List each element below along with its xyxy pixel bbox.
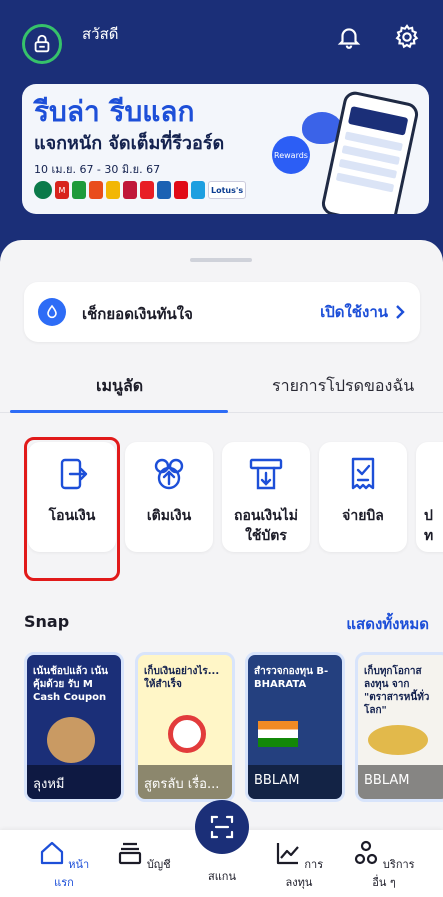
- menu-cardless-withdraw[interactable]: ถอนเงินไม่ใช้บัตร: [222, 442, 310, 552]
- menu-partial-item[interactable]: ป ท: [416, 442, 443, 552]
- settings-gear-icon[interactable]: [392, 22, 422, 52]
- quick-balance-card[interactable]: เช็กยอดเงินทันใจ เปิดใช้งาน: [24, 282, 420, 342]
- snap-card-headline: เก็บทุกโอกาสลงทุน จาก "ตราสารหนี้ทั่วโลก…: [364, 666, 430, 716]
- chevron-right-icon: [396, 305, 405, 319]
- bill-icon: [351, 457, 375, 490]
- snap-card-caption: สูตรลับ เรื่อ...: [138, 765, 232, 799]
- partner-logo: [89, 181, 103, 199]
- partner-logos: M Lotus's: [34, 181, 247, 199]
- nav-invest[interactable]: การลงทุน: [264, 840, 334, 891]
- cardless-withdraw-icon: [249, 458, 283, 490]
- snap-card-caption: BBLAM: [248, 765, 342, 799]
- tab-favorites[interactable]: รายการโปรดของฉัน: [272, 374, 414, 399]
- snap-card-headline: เก็บเงินอย่างไร... ให้สำเร็จ: [144, 666, 220, 690]
- partner-logo: [72, 181, 86, 199]
- banner-subtitle: แจกหนัก จัดเต็มที่รีวอร์ด: [34, 133, 225, 154]
- partner-logo: [174, 181, 188, 199]
- greeting-text: สวัสดี: [82, 25, 119, 43]
- menu-label: เติมเงิน: [146, 508, 192, 524]
- more-services-icon: [355, 840, 378, 865]
- lock-icon: [34, 34, 50, 53]
- snap-card-caption: BBLAM: [358, 765, 443, 799]
- chart-line-icon: [276, 843, 299, 865]
- transfer-highlight-box: [24, 437, 120, 581]
- menu-topup[interactable]: เติมเงิน: [125, 442, 213, 552]
- sheet-drag-handle[interactable]: [190, 258, 252, 262]
- coins-illustration: [368, 725, 428, 755]
- partner-logo: M: [55, 181, 69, 199]
- topup-icon: [154, 458, 184, 490]
- enable-quick-balance-button[interactable]: เปิดใช้งาน: [320, 300, 406, 324]
- home-icon: [40, 841, 63, 865]
- partner-logo: [140, 181, 154, 199]
- nav-accounts[interactable]: บัญชี: [109, 840, 179, 873]
- rewards-badge: Rewards: [272, 136, 310, 174]
- banner-dates: 10 เม.ย. 67 - 30 มิ.ย. 67: [34, 163, 161, 176]
- tab-active-indicator: [10, 410, 228, 413]
- menu-label: จ่ายบิล: [342, 508, 384, 524]
- menu-label: ป ท: [424, 508, 434, 544]
- nav-home[interactable]: หน้าแรก: [29, 840, 99, 891]
- snap-card-headline: เน้นช้อปแล้ว เน้นคุ้มด้วย รับ M Cash Cou…: [33, 666, 108, 703]
- phone-illustration: [319, 89, 421, 214]
- nav-more-label: บริการอื่น ๆ: [372, 858, 415, 889]
- partner-logo-lotus: Lotus's: [208, 181, 247, 199]
- partner-logo: [191, 181, 205, 199]
- partner-logo: [34, 181, 52, 199]
- quick-balance-label: เช็กยอดเงินทันใจ: [82, 305, 193, 323]
- partner-logo: [106, 181, 120, 199]
- nav-accounts-label: บัญชี: [146, 858, 171, 871]
- snap-section-title: Snap: [24, 612, 70, 631]
- bear-illustration: [47, 717, 95, 763]
- water-drop-icon: [38, 298, 66, 326]
- profile-avatar[interactable]: [22, 24, 62, 64]
- enable-label: เปิดใช้งาน: [320, 303, 388, 321]
- target-illustration: [168, 715, 206, 753]
- menu-pay-bill[interactable]: จ่ายบิล: [319, 442, 407, 552]
- snap-card-caption: ลุงหมี: [27, 765, 121, 799]
- snap-card[interactable]: สำรวจกองทุน B-BHARATA BBLAM: [245, 652, 345, 802]
- india-flag-illustration: [258, 721, 298, 747]
- snap-card[interactable]: เก็บเงินอย่างไร... ให้สำเร็จ สูตรลับ เรื…: [135, 652, 235, 802]
- scan-button[interactable]: [195, 800, 249, 854]
- nav-scan-label: สแกน: [208, 870, 236, 883]
- notification-bell-icon[interactable]: [334, 22, 364, 52]
- nav-more-services[interactable]: บริการอื่น ๆ: [349, 840, 419, 891]
- accounts-icon: [119, 842, 142, 865]
- scan-icon: [210, 815, 234, 839]
- menu-label: ถอนเงินไม่ใช้บัตร: [234, 508, 298, 544]
- promo-banner[interactable]: รีบล่า รีบแลก แจกหนัก จัดเต็มที่รีวอร์ด …: [22, 84, 429, 214]
- snap-card[interactable]: เน้นช้อปแล้ว เน้นคุ้มด้วย รับ M Cash Cou…: [24, 652, 124, 802]
- partner-logo: [157, 181, 171, 199]
- snap-card-headline: สำรวจกองทุน B-BHARATA: [254, 666, 329, 690]
- partner-logo: [123, 181, 137, 199]
- tab-shortcuts[interactable]: เมนูลัด: [96, 374, 143, 399]
- snap-card[interactable]: เก็บทุกโอกาสลงทุน จาก "ตราสารหนี้ทั่วโลก…: [355, 652, 443, 802]
- snap-see-all-link[interactable]: แสดงทั้งหมด: [346, 612, 429, 636]
